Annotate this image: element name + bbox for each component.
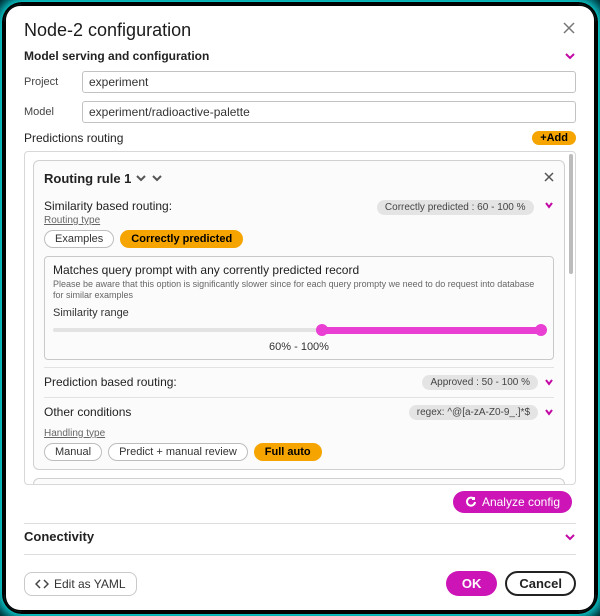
similarity-range-label: Similarity range (53, 307, 545, 319)
rule-1-title: Routing rule 1 (44, 171, 131, 186)
rule-1-close-icon[interactable] (544, 169, 554, 187)
rule-1-other-badge: regex: ^@[a-zA-Z0-9_.]*$ (409, 405, 538, 420)
code-icon (35, 579, 49, 589)
rule-1-prediction-label: Prediction based routing: (44, 375, 177, 389)
chevron-down-icon[interactable] (544, 407, 554, 417)
routing-rule-1: Routing rule 1 Similarity based routing:… (33, 160, 565, 470)
connectivity-section-header[interactable]: Conectivity (24, 529, 576, 544)
project-input[interactable] (82, 71, 576, 93)
project-label: Project (24, 76, 74, 88)
config-panel: Node-2 configuration Model serving and c… (6, 6, 594, 610)
slider-thumb-min[interactable] (316, 324, 328, 336)
rule-move-down-icon[interactable] (151, 172, 163, 184)
chevron-down-icon (564, 531, 576, 543)
rule-1-other-label: Other conditions (44, 405, 131, 419)
model-section-header[interactable]: Model serving and configuration (24, 49, 576, 63)
ok-button[interactable]: OK (446, 571, 498, 596)
similarity-box-note: Please be aware that this option is sign… (53, 279, 545, 301)
chevron-up-icon[interactable] (544, 200, 554, 210)
connectivity-title: Conectivity (24, 529, 94, 544)
close-icon[interactable] (562, 21, 576, 40)
chevron-down-icon[interactable] (544, 377, 554, 387)
divider (24, 523, 576, 524)
chevron-up-icon (564, 50, 576, 62)
rule-move-up-icon[interactable] (135, 172, 147, 184)
slider-thumb-max[interactable] (535, 324, 547, 336)
similarity-range-slider[interactable] (53, 323, 545, 337)
refresh-icon (465, 496, 477, 508)
similarity-range-values: 60% - 100% (53, 341, 545, 353)
routing-type-label: Routing type (44, 215, 554, 226)
panel-title: Node-2 configuration (24, 20, 191, 41)
rules-container: Routing rule 1 Similarity based routing:… (24, 151, 576, 485)
cancel-button[interactable]: Cancel (505, 571, 576, 596)
rule-1-prediction-badge: Approved : 50 - 100 % (422, 375, 538, 390)
analyze-config-button[interactable]: Analyze config (453, 491, 572, 513)
predictions-routing-label: Predictions routing (24, 131, 123, 145)
model-input[interactable] (82, 101, 576, 123)
rule-1-similarity-label: Similarity based routing: (44, 199, 172, 213)
similarity-box-heading: Matches query prompt with any corrently … (53, 263, 545, 277)
routing-type-correctly-predicted[interactable]: Correctly predicted (120, 230, 243, 248)
model-label: Model (24, 106, 74, 118)
similarity-detail-box: Matches query prompt with any corrently … (44, 256, 554, 360)
handling-review[interactable]: Predict + manual review (108, 443, 248, 461)
scrollbar[interactable] (569, 154, 573, 482)
divider (24, 554, 576, 555)
routing-rule-2: Routing rule 2 Similarity based routing:… (33, 478, 565, 485)
add-rule-button[interactable]: +Add (532, 131, 576, 145)
handling-manual[interactable]: Manual (44, 443, 102, 461)
model-section-title: Model serving and configuration (24, 49, 209, 63)
routing-type-examples[interactable]: Examples (44, 230, 114, 248)
handling-type-label: Handling type (44, 428, 554, 439)
rule-1-similarity-badge: Correctly predicted : 60 - 100 % (377, 200, 534, 215)
edit-as-yaml-button[interactable]: Edit as YAML (24, 572, 137, 596)
handling-full-auto[interactable]: Full auto (254, 443, 322, 461)
